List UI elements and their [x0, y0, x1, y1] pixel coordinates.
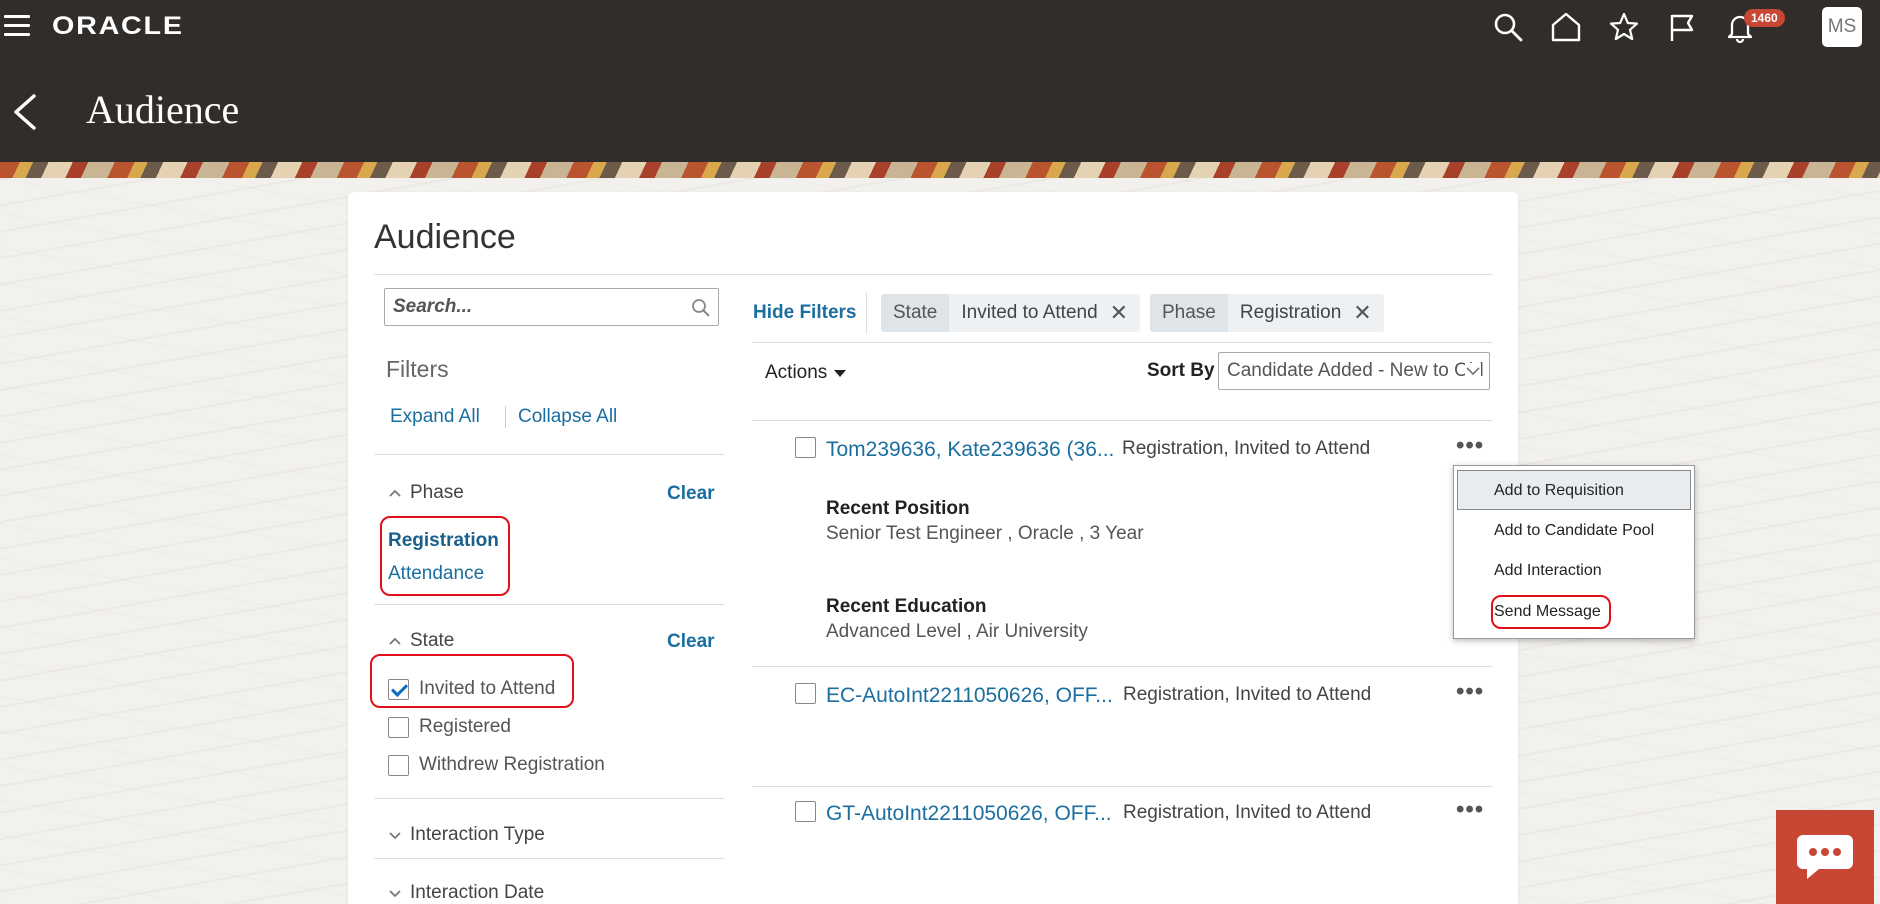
menu-icon[interactable] [4, 15, 30, 37]
recent-position-value: Senior Test Engineer , Oracle , 3 Year [826, 523, 1144, 544]
expand-all-link[interactable]: Expand All [390, 406, 480, 428]
chip-key: State [881, 294, 950, 332]
phase-item-attendance[interactable]: Attendance [388, 563, 484, 585]
flag-icon[interactable] [1666, 11, 1698, 43]
divider [374, 604, 724, 605]
state-option-label: Registered [419, 716, 511, 737]
row-checkbox[interactable] [795, 801, 816, 822]
filter-chip-state: State Invited to Attend ✕ [881, 294, 1141, 332]
card-title: Audience [374, 218, 516, 256]
notification-badge: 1460 [1744, 9, 1785, 27]
filter-chip-phase: Phase Registration ✕ [1150, 294, 1384, 332]
state-option-registered[interactable]: Registered [388, 716, 511, 738]
collapse-all-link[interactable]: Collapse All [505, 406, 617, 428]
section-label: Interaction Date [410, 882, 545, 903]
menu-item-add-to-candidate-pool[interactable]: Add to Candidate Pool [1454, 511, 1694, 551]
state-label: State [410, 630, 455, 651]
decorative-banner [0, 162, 1880, 178]
row-checkbox[interactable] [795, 437, 816, 458]
divider [752, 666, 1492, 667]
page-title: Audience [86, 87, 240, 132]
chat-bubble-icon [1797, 835, 1853, 879]
menu-item-add-interaction[interactable]: Add Interaction [1454, 551, 1694, 591]
checkbox-checked[interactable] [388, 678, 409, 700]
divider [866, 292, 867, 334]
search-icon[interactable] [1492, 11, 1524, 43]
candidate-name-link[interactable]: Tom239636, Kate239636 (36... [826, 438, 1114, 462]
search-input[interactable] [393, 290, 683, 324]
checkbox[interactable] [388, 754, 409, 776]
row-actions-menu: Add to Requisition Add to Candidate Pool… [1453, 465, 1695, 639]
search-field[interactable] [384, 288, 719, 326]
recent-education-label: Recent Education [826, 596, 987, 617]
oracle-logo[interactable]: ORACLE [52, 12, 184, 41]
state-option-label: Withdrew Registration [419, 754, 605, 775]
menu-item-add-to-requisition[interactable]: Add to Requisition [1457, 470, 1691, 510]
phase-label: Phase [410, 482, 464, 503]
home-icon[interactable] [1550, 11, 1582, 43]
filters-heading: Filters [386, 356, 449, 382]
avatar[interactable]: MS [1822, 7, 1862, 47]
candidate-name-link[interactable]: EC-AutoInt2211050626, OFF... [826, 684, 1113, 708]
divider [374, 274, 1492, 275]
recent-education-value: Advanced Level , Air University [826, 621, 1088, 642]
candidate-name-link[interactable]: GT-AutoInt2211050626, OFF... [826, 802, 1112, 826]
recent-position-label: Recent Position [826, 498, 970, 519]
divider [752, 420, 1492, 421]
candidate-status: Registration, Invited to Attend [1123, 684, 1372, 705]
audience-card: Audience Filters Expand All Collapse All… [348, 192, 1518, 904]
row-checkbox[interactable] [795, 683, 816, 704]
more-options-icon[interactable]: ••• [1456, 678, 1484, 706]
caret-down-icon [834, 370, 847, 377]
remove-chip-icon[interactable]: ✕ [1110, 300, 1128, 326]
state-section-toggle[interactable]: State [388, 630, 454, 652]
candidate-status: Registration, Invited to Attend [1123, 802, 1372, 823]
phase-section-toggle[interactable]: Phase [388, 482, 464, 504]
more-options-icon[interactable]: ••• [1456, 796, 1484, 824]
chevron-down-icon [389, 832, 401, 840]
chip-key: Phase [1150, 294, 1228, 332]
state-option-withdrew[interactable]: Withdrew Registration [388, 754, 605, 776]
chevron-up-icon [389, 637, 401, 645]
divider [374, 454, 724, 455]
divider [374, 798, 724, 799]
divider [752, 342, 1492, 343]
sort-value: Candidate Added - New to Old [1227, 360, 1484, 381]
section-label: Interaction Type [410, 824, 545, 845]
chip-value: Registration [1239, 302, 1342, 323]
chat-button[interactable] [1776, 810, 1874, 904]
phase-clear-link[interactable]: Clear [667, 483, 715, 505]
remove-chip-icon[interactable]: ✕ [1353, 300, 1371, 326]
checkbox[interactable] [388, 716, 409, 738]
chevron-up-icon [389, 489, 401, 497]
divider [752, 786, 1492, 787]
actions-menu-button[interactable]: Actions [765, 362, 847, 384]
top-bar: ORACLE 1460 MS Audience [0, 0, 1880, 162]
interaction-date-section-toggle[interactable]: Interaction Date [388, 882, 544, 904]
more-options-icon[interactable]: ••• [1456, 432, 1484, 460]
state-option-label: Invited to Attend [419, 678, 556, 699]
star-icon[interactable] [1608, 11, 1640, 43]
divider [374, 858, 724, 859]
chevron-down-icon [389, 890, 401, 898]
state-clear-link[interactable]: Clear [667, 631, 715, 653]
sort-by-select[interactable]: Candidate Added - New to Old [1218, 352, 1490, 390]
search-icon[interactable] [690, 297, 712, 319]
back-arrow-icon[interactable] [10, 92, 42, 132]
candidate-status: Registration, Invited to Attend [1122, 438, 1371, 459]
interaction-type-section-toggle[interactable]: Interaction Type [388, 824, 545, 846]
chip-value: Invited to Attend [961, 302, 1098, 323]
phase-item-registration[interactable]: Registration [388, 530, 499, 552]
state-option-invited[interactable]: Invited to Attend [388, 678, 555, 700]
hide-filters-link[interactable]: Hide Filters [753, 302, 856, 324]
menu-item-send-message[interactable]: Send Message [1454, 592, 1694, 632]
chevron-down-icon [1465, 363, 1481, 379]
actions-label: Actions [765, 362, 828, 383]
sort-by-label: Sort By [1147, 360, 1215, 381]
